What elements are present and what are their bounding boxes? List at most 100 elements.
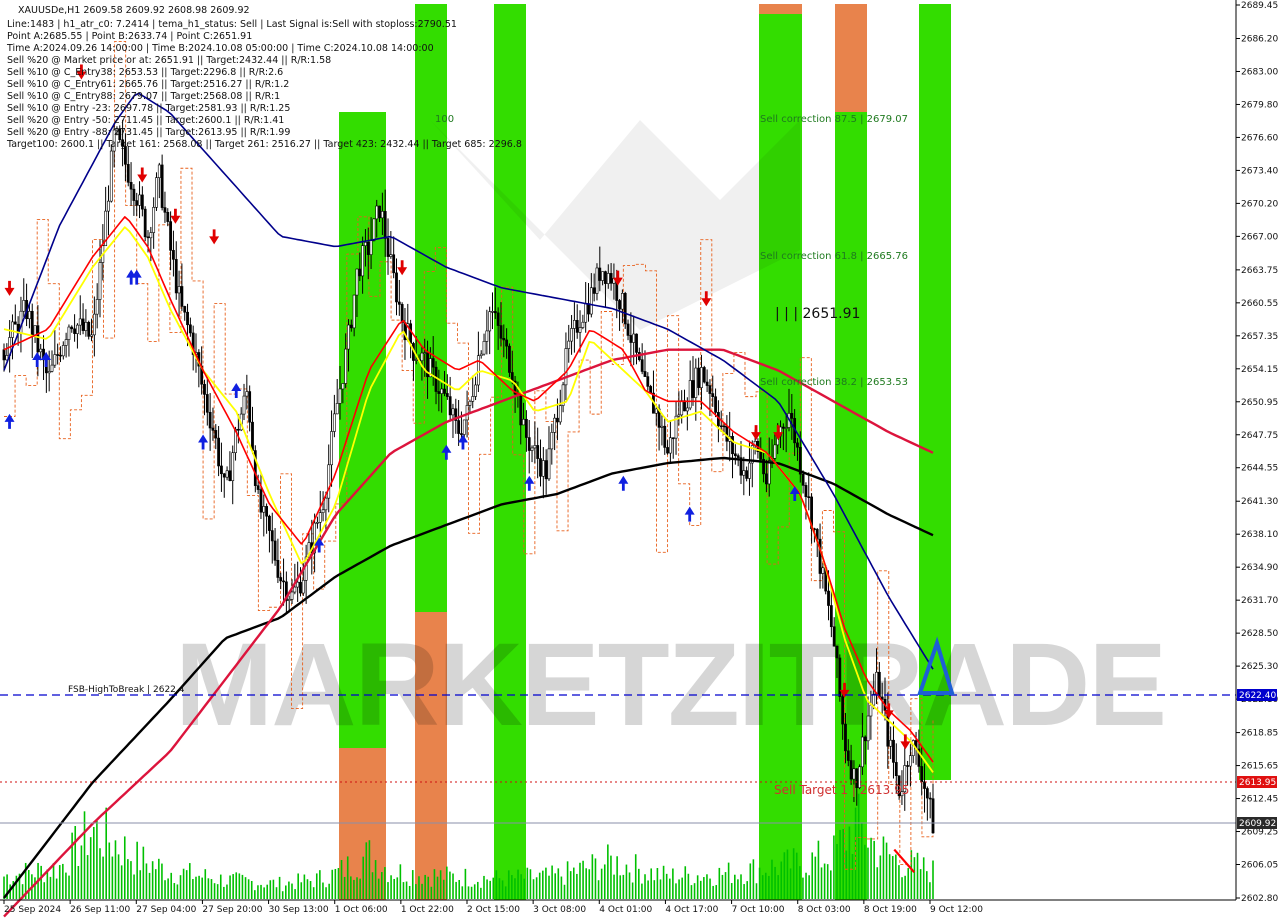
fsb-label: FSB-HighToBreak | 2622.4 (68, 685, 185, 695)
price-tick-label: 2628.50 (1241, 629, 1278, 639)
candle-body (604, 271, 607, 284)
time-tick-label: 25 Sep 2024 (4, 905, 61, 915)
candle-body (863, 736, 867, 742)
candle-body (160, 164, 164, 208)
candle-body (364, 242, 367, 246)
candle-body (680, 400, 684, 416)
candle-body (67, 326, 71, 340)
candle-body (378, 205, 381, 219)
candle-body (550, 432, 554, 450)
info-line-5: Sell %10 @ C_Entry38: 2653.53 || Target:… (7, 67, 283, 78)
candle-body (132, 188, 136, 201)
info-line-1: Line:1483 | h1_atr_c0: 7.2414 | tema_h1_… (7, 19, 457, 30)
candle-body (451, 408, 455, 416)
price-tick-label: 2638.10 (1241, 530, 1278, 540)
candle-body (660, 425, 664, 428)
candle-body (668, 437, 672, 454)
candle-body (643, 371, 647, 377)
sell-correction-618-label: Sell correction 61.8 | 2665.76 (760, 251, 908, 262)
candle-body (400, 304, 404, 323)
candle-body (476, 355, 480, 386)
candle-body (355, 268, 359, 296)
candle-body (146, 236, 150, 239)
candle-body (347, 324, 350, 350)
candle-body (733, 453, 737, 456)
candle-body (434, 366, 438, 392)
candle-body (276, 560, 280, 578)
candle-body (748, 462, 751, 479)
hundred-label: 100 (435, 114, 454, 125)
candle-body (341, 383, 345, 390)
sell-correction-875-label: Sell correction 87.5 | 2679.07 (760, 114, 908, 125)
candle-body (553, 417, 557, 433)
candle-body (923, 781, 926, 789)
candle-body (349, 324, 353, 329)
candle-body (541, 460, 545, 477)
info-line-8: Sell %10 @ Entry -23: 2697.78 || Target:… (7, 103, 290, 114)
candle-body (767, 460, 771, 485)
candle-body (818, 538, 822, 574)
price-tick-label: 2631.70 (1241, 596, 1278, 606)
candle-body (632, 333, 636, 343)
price-tick-label: 2609.25 (1241, 828, 1278, 838)
candle-body (95, 299, 99, 315)
candle-body (129, 182, 133, 190)
candle-body (626, 323, 630, 336)
candle-body (666, 447, 669, 454)
candle-body (581, 321, 585, 328)
candle-body (205, 394, 209, 413)
candle-body (623, 293, 627, 325)
candle-body (84, 322, 88, 331)
info-line-2: Point A:2685.55 | Point B:2633.74 | Poin… (7, 31, 252, 42)
candle-body (931, 798, 935, 834)
candle-body (2, 349, 6, 361)
candle-body (56, 354, 60, 356)
candle-body (892, 739, 895, 763)
candle-body (155, 177, 158, 208)
candle-body (796, 442, 799, 448)
candle-body (609, 273, 613, 284)
candle-body (245, 391, 249, 397)
candle-body (248, 391, 252, 423)
candle-body (474, 384, 477, 397)
time-tick-label: 1 Oct 06:00 (335, 905, 388, 915)
candle-body (790, 413, 794, 419)
candle-body (318, 512, 322, 523)
candle-body (47, 371, 51, 374)
candle-body (595, 267, 599, 294)
candle-body (731, 436, 734, 455)
candle-body (547, 448, 551, 480)
candle-body (471, 396, 475, 402)
candle-body (265, 506, 269, 517)
candle-body (804, 485, 808, 497)
candle-body (849, 760, 853, 780)
candle-body (575, 320, 579, 333)
candle-body (177, 286, 181, 294)
time-tick-label: 8 Oct 19:00 (864, 905, 917, 915)
time-tick-label: 7 Oct 10:00 (732, 905, 785, 915)
candle-body (445, 393, 449, 397)
info-line-10: Sell %20 @ Entry -88: 2731.45 || Target:… (7, 127, 290, 138)
candle-body (279, 577, 283, 582)
candle-body (773, 444, 777, 459)
candle-body (268, 515, 271, 531)
candle-body (140, 194, 144, 210)
candle-body (344, 348, 348, 384)
candle-body (366, 242, 370, 255)
candle-body (765, 473, 768, 485)
candle-body (894, 762, 898, 777)
candle-body (299, 581, 302, 594)
candle-body (572, 320, 576, 329)
candle-body (821, 567, 825, 574)
candle-body (437, 391, 441, 394)
candle-body (293, 586, 297, 593)
candle-body (39, 348, 43, 353)
candle-body (251, 421, 254, 451)
orange-zone (759, 4, 802, 14)
candle-body (852, 768, 856, 780)
candle-body (273, 540, 277, 561)
candle-body (685, 407, 689, 412)
candle-body (33, 325, 37, 336)
candle-body (386, 238, 390, 257)
candle-body (677, 414, 681, 417)
